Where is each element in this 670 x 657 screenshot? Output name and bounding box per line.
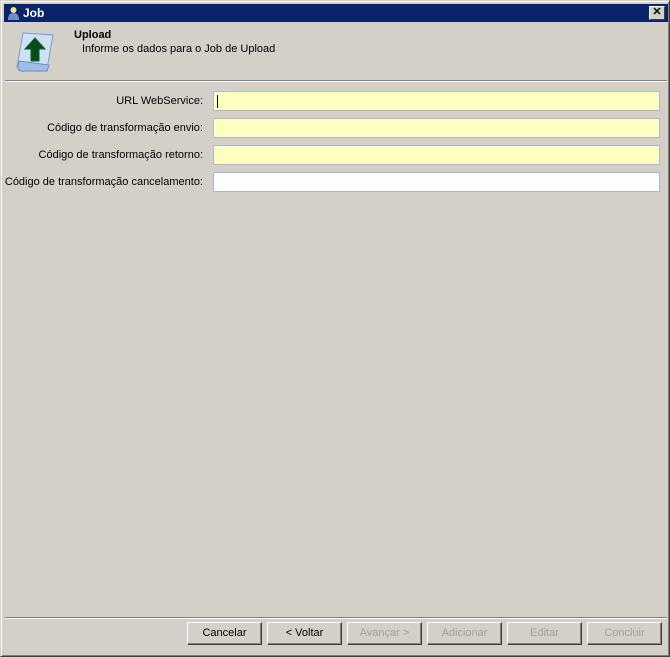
header-divider <box>5 80 667 82</box>
envio-code-input[interactable] <box>213 118 660 138</box>
cancel-button[interactable]: Cancelar <box>187 622 262 645</box>
footer-divider <box>5 617 667 619</box>
edit-button[interactable]: Editar <box>507 622 582 645</box>
upload-icon <box>16 32 54 72</box>
text-caret <box>217 95 218 108</box>
user-icon <box>8 7 19 20</box>
retorno-code-input[interactable] <box>213 145 660 165</box>
add-button[interactable]: Adicionar <box>427 622 502 645</box>
close-button[interactable]: ✕ <box>649 6 665 20</box>
finish-button[interactable]: Concluir <box>587 622 662 645</box>
next-button[interactable]: Avançar > <box>347 622 422 645</box>
header-title: Upload <box>74 29 112 41</box>
title-bar: Job ✕ <box>4 4 668 22</box>
back-button[interactable]: < Voltar <box>267 622 342 645</box>
job-window: Job ✕ Upload Informe os dados para o Job… <box>0 0 670 657</box>
retorno-code-label: Código de transformação retorno: <box>38 149 203 161</box>
envio-code-label: Código de transformação envio: <box>47 122 203 134</box>
url-webservice-input[interactable] <box>213 91 660 111</box>
url-webservice-label: URL WebService: <box>116 95 203 107</box>
close-icon: ✕ <box>652 6 662 18</box>
cancelamento-code-input[interactable] <box>213 172 660 192</box>
window-title: Job <box>23 6 45 20</box>
cancelamento-code-label: Código de transformação cancelamento: <box>4 176 203 188</box>
header-subtitle: Informe os dados para o Job de Upload <box>82 43 276 55</box>
